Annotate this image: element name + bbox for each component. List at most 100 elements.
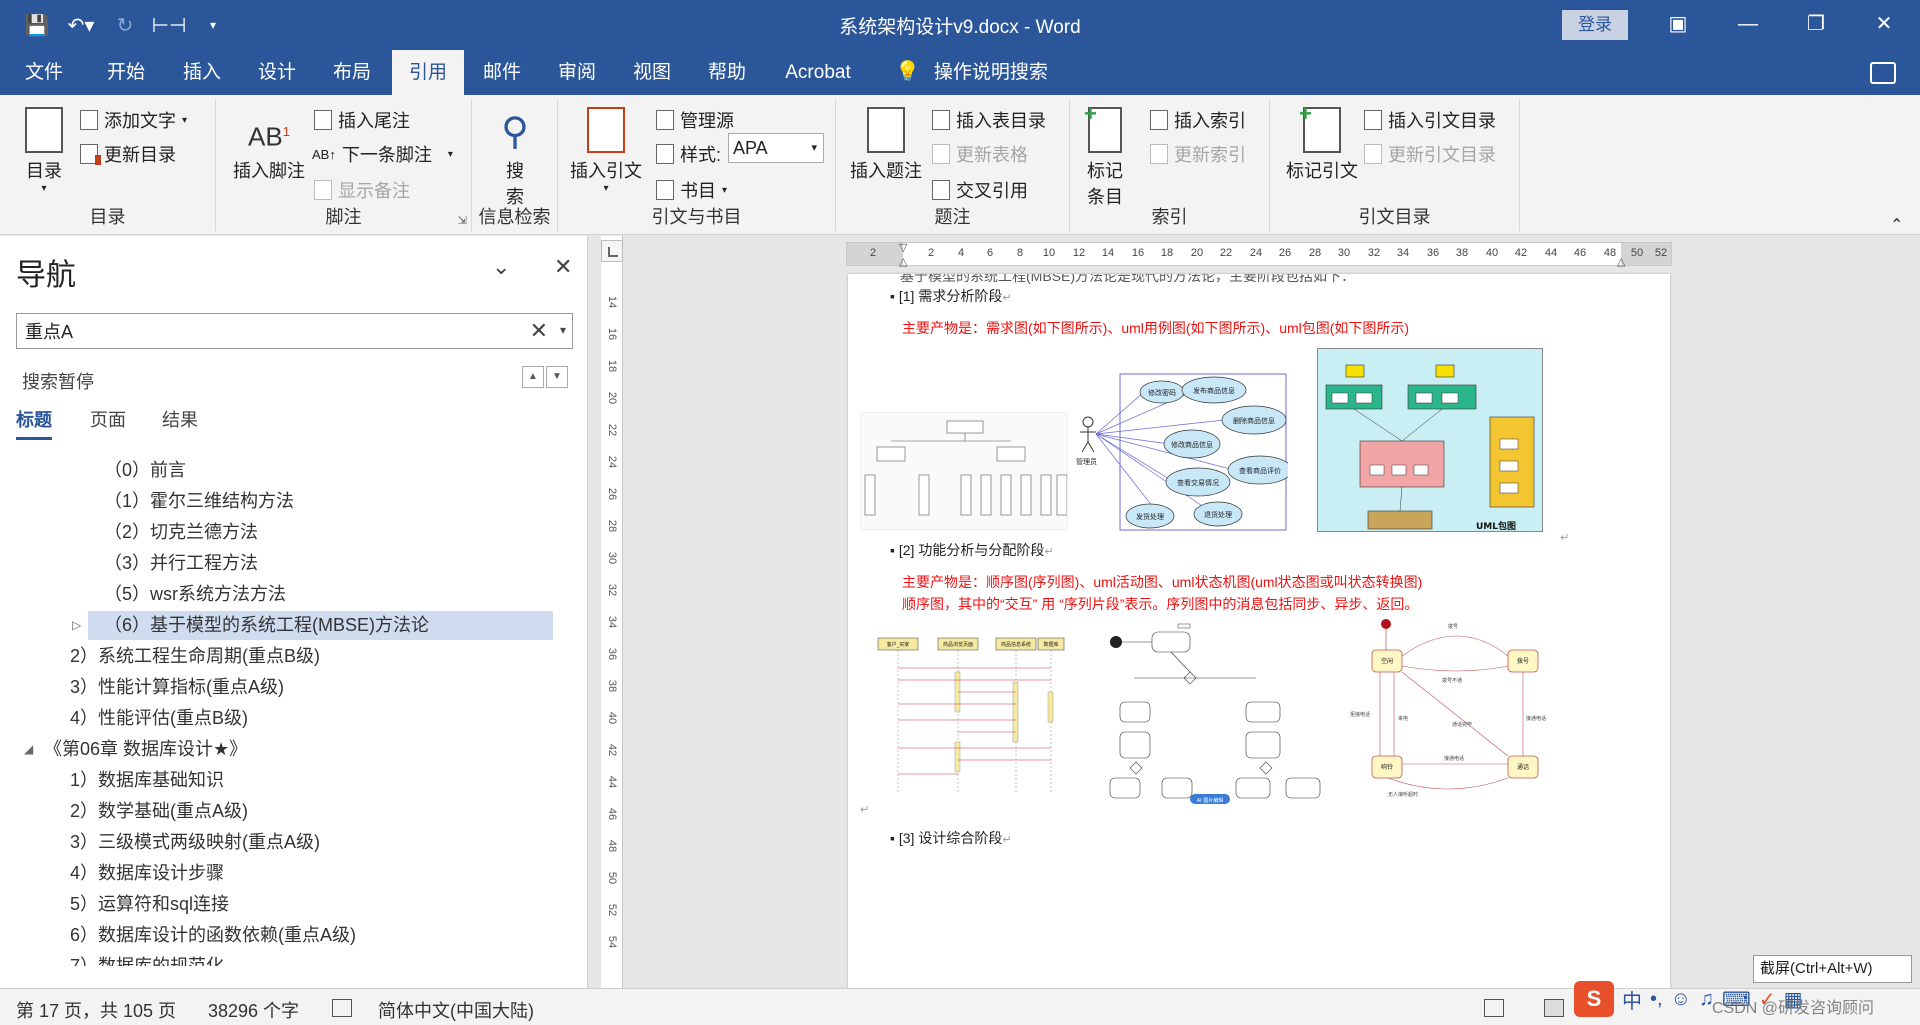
nav-search-box[interactable]: ✕ ▾	[16, 313, 573, 349]
comments-icon[interactable]	[1870, 62, 1896, 84]
nav-item-selected[interactable]: （6）基于模型的系统工程(MBSE)方法论	[88, 611, 553, 640]
nav-item[interactable]: 2）数学基础(重点A级)	[70, 797, 248, 826]
nav-item[interactable]: 3）性能计算指标(重点A级)	[70, 673, 284, 702]
emoji-icon[interactable]: ☺	[1671, 988, 1691, 1011]
ruler-tick: 42	[1514, 247, 1528, 259]
bibliography-button[interactable]: 书目 ▾	[656, 177, 727, 203]
nav-item[interactable]: 7）数据库的规范化	[70, 952, 224, 966]
citation-style-select[interactable]: APA ▾	[728, 133, 824, 163]
update-toc-button[interactable]: 更新目录	[80, 141, 176, 167]
tab-review[interactable]: 审阅	[547, 50, 607, 95]
first-line-indent-marker[interactable]: ▽	[899, 241, 907, 254]
document-page[interactable]: 基于模型的系统工程(MBSE)方法论是现代的方法论，主要阶段包括如下： ▪ [1…	[848, 274, 1670, 988]
tab-help[interactable]: 帮助	[697, 50, 757, 95]
ruler-tick: 42	[606, 743, 618, 757]
nav-item[interactable]: 1）数据库基础知识	[70, 766, 224, 795]
next-footnote-button[interactable]: AB↑ 下一条脚注 ▾	[312, 141, 453, 167]
group-label: 引文与书目	[651, 207, 742, 227]
ime-mode[interactable]: 中	[1622, 985, 1642, 1014]
proofing-icon[interactable]	[332, 999, 352, 1017]
restore-icon[interactable]: ❐	[1786, 6, 1846, 42]
nav-item[interactable]: （3）并行工程方法	[104, 549, 258, 578]
insert-caption-button[interactable]: 插入题注	[848, 107, 924, 183]
collapse-ribbon-icon[interactable]: ⌃	[1890, 215, 1903, 235]
nav-item[interactable]: 6）数据库设计的函数依赖(重点A级)	[70, 921, 356, 950]
nav-item[interactable]: （5）wsr系统方法方法	[104, 580, 286, 609]
nav-item[interactable]: 2）系统工程生命周期(重点B级)	[70, 642, 320, 671]
insert-tof-button[interactable]: 插入表目录	[932, 107, 1046, 133]
update-index-button[interactable]: 更新索引	[1150, 141, 1246, 167]
tab-layout[interactable]: 布局	[322, 50, 382, 95]
activity-diagram-figure[interactable]: AI 图片编辑	[1106, 622, 1328, 804]
nav-options-icon[interactable]: ⌄	[492, 254, 510, 280]
toc-button[interactable]: 目录 ▾	[14, 107, 74, 194]
search-research-button[interactable]: ⚲ 搜 索	[486, 107, 544, 209]
nav-tab-results[interactable]: 结果	[162, 406, 198, 432]
nav-item[interactable]: 4）性能评估(重点B级)	[70, 704, 248, 733]
nav-tab-pages[interactable]: 页面	[90, 406, 126, 432]
word-count[interactable]: 38296 个字	[208, 997, 299, 1023]
right-indent-marker[interactable]: △	[1617, 255, 1625, 268]
page-count[interactable]: 第 17 页，共 105 页	[16, 997, 176, 1023]
nav-item[interactable]: （2）切克兰德方法	[104, 518, 258, 547]
manage-sources-button[interactable]: 管理源	[656, 107, 734, 133]
tab-insert[interactable]: 插入	[172, 50, 232, 95]
tab-mailings[interactable]: 邮件	[472, 50, 532, 95]
nav-tab-headings[interactable]: 标题	[16, 406, 52, 440]
nav-item-chapter[interactable]: 《第06章 数据库设计★》	[44, 735, 247, 764]
login-button[interactable]: 登录	[1562, 10, 1628, 40]
punctuation-icon[interactable]: •,	[1650, 988, 1663, 1011]
hanging-indent-marker[interactable]: △	[899, 255, 907, 268]
mark-entry-button[interactable]: + 标记 条目	[1080, 101, 1130, 209]
caption-icon	[867, 107, 905, 153]
nav-search-input[interactable]	[17, 314, 497, 348]
mark-citation-button[interactable]: + 标记引文	[1280, 101, 1364, 183]
insert-index-button[interactable]: 插入索引	[1150, 107, 1246, 133]
update-table-button[interactable]: 更新表格	[932, 141, 1028, 167]
use-case-diagram-figure[interactable]: 管理员 修改密码 发布商品信息 删除商品信息 修改商品信息 查看商品评价 查看交…	[1074, 370, 1288, 532]
show-notes-button[interactable]: 显示备注	[314, 177, 410, 203]
clear-search-icon[interactable]: ✕	[530, 318, 548, 344]
nav-title: 导航	[16, 259, 76, 292]
sequence-diagram-figure[interactable]: 客户_买家 商品浏览页面 商品信息系统 数据库	[876, 632, 1072, 794]
dialog-launcher-icon[interactable]: ⇲	[458, 214, 467, 227]
tab-file[interactable]: 文件	[14, 50, 74, 95]
close-window-icon[interactable]: ✕	[1854, 6, 1914, 42]
ruler-tick: 24	[606, 455, 618, 469]
tell-me-search[interactable]: 💡 操作说明搜索	[895, 50, 1048, 95]
sogou-ime-icon[interactable]: S	[1574, 981, 1614, 1017]
tab-acrobat[interactable]: Acrobat	[774, 50, 862, 95]
state-machine-diagram-figure[interactable]: 空闲 拨号 响铃 通话 拨号 拨号不通 拒接电话 来电 通话完毕 接通电话 接通…	[1348, 616, 1548, 800]
add-text-button[interactable]: 添加文字 ▾	[80, 107, 187, 133]
next-result-icon[interactable]: ▼	[546, 366, 568, 388]
tab-selector-icon[interactable]	[601, 240, 623, 262]
nav-item[interactable]: （1）霍尔三维结构方法	[104, 487, 294, 516]
tab-home[interactable]: 开始	[96, 50, 156, 95]
nav-item[interactable]: 5）运算符和sql连接	[70, 890, 229, 919]
tab-view[interactable]: 视图	[622, 50, 682, 95]
previous-result-icon[interactable]: ▲	[522, 366, 544, 388]
insert-citation-button[interactable]: 插入引文 ▾	[566, 107, 646, 194]
tab-design[interactable]: 设计	[247, 50, 307, 95]
expand-caret-icon[interactable]: ▷	[72, 618, 81, 632]
nav-item[interactable]: 4）数据库设计步骤	[70, 859, 224, 888]
uml-package-diagram-figure[interactable]: UML包图	[1317, 348, 1543, 532]
requirements-diagram-figure[interactable]	[860, 412, 1068, 530]
update-toa-button[interactable]: 更新引文目录	[1364, 141, 1496, 167]
language-indicator[interactable]: 简体中文(中国大陆)	[378, 997, 534, 1023]
close-icon[interactable]: ✕	[554, 254, 572, 280]
ribbon-display-options-icon[interactable]: ▣	[1648, 6, 1708, 42]
print-layout-icon[interactable]	[1544, 999, 1564, 1017]
chevron-down-icon[interactable]: ▾	[560, 323, 566, 337]
tab-references[interactable]: 引用	[392, 50, 464, 95]
insert-endnote-button[interactable]: 插入尾注	[314, 107, 410, 133]
read-mode-icon[interactable]	[1484, 999, 1504, 1017]
nav-item[interactable]: （0）前言	[104, 456, 186, 485]
collapse-caret-icon[interactable]: ◢	[24, 742, 33, 756]
insert-toa-button[interactable]: 插入引文目录	[1364, 107, 1496, 133]
cross-reference-button[interactable]: 交叉引用	[932, 177, 1028, 203]
minimize-icon[interactable]: —	[1718, 6, 1778, 42]
nav-item[interactable]: 3）三级模式两级映射(重点A级)	[70, 828, 320, 857]
state-label: 空闲	[1381, 657, 1393, 665]
insert-footnote-button[interactable]: AB1 插入脚注	[228, 107, 310, 183]
